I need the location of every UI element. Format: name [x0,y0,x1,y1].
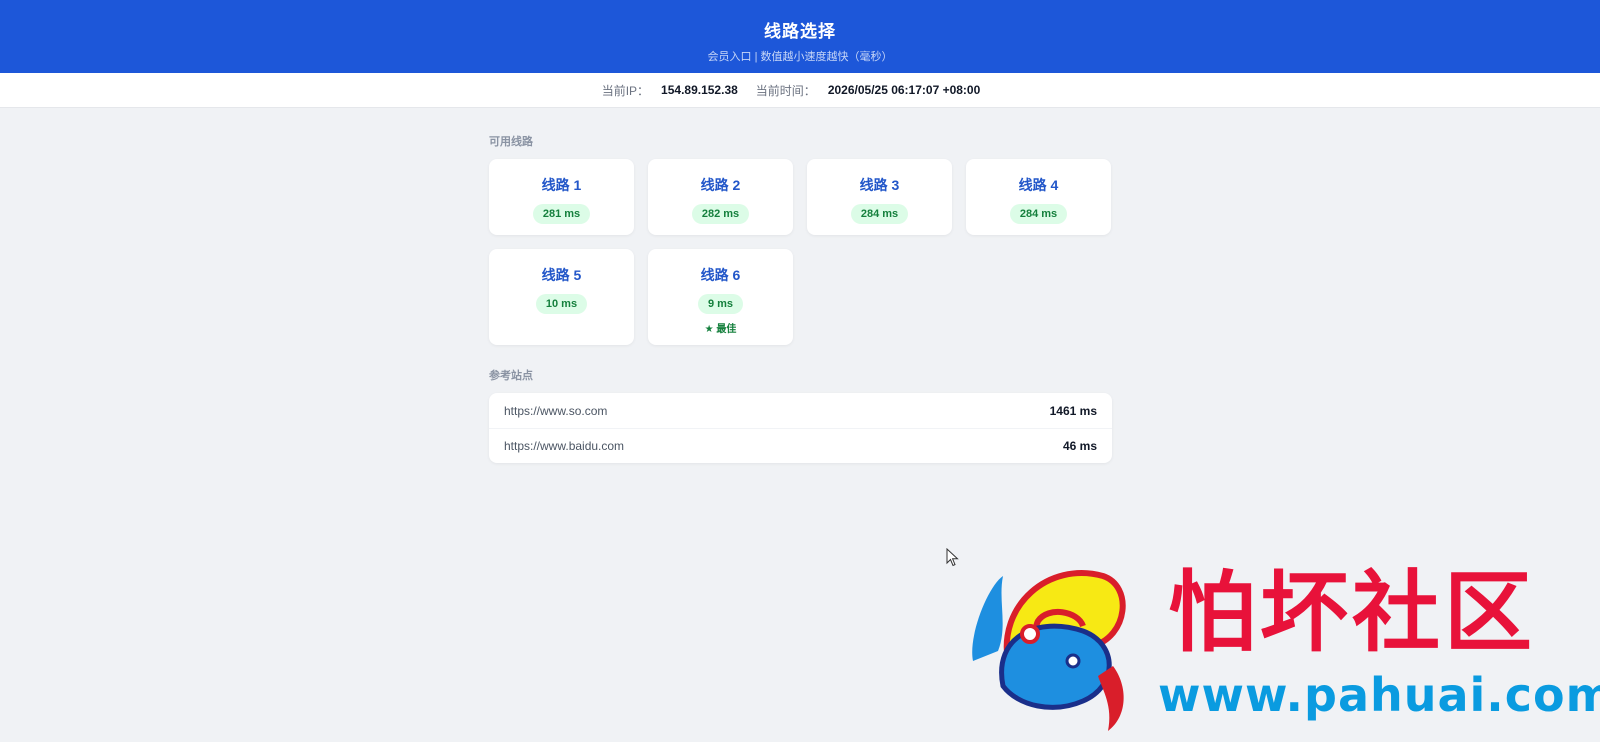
reference-row[interactable]: https://www.baidu.com 46 ms [489,428,1112,463]
route-card-6[interactable]: 线路 6 9 ms ★ 最佳 [648,249,793,345]
best-route-label: ★ 最佳 [704,324,737,335]
mouse-cursor-icon [946,547,960,573]
ip-label: 当前IP： [601,83,650,98]
route-latency-badge: 282 ms [691,204,750,224]
page-title: 线路选择 [764,22,836,41]
time-label: 当前时间： [755,83,816,98]
page-header: 线路选择 会员入口 | 数值越小速度越快（毫秒） [0,0,1600,73]
reference-url: https://www.so.com [504,403,608,418]
route-card-1[interactable]: 线路 1 281 ms [489,159,634,235]
time-value: 2026/05/25 06:17:07 +08:00 [827,83,981,97]
routes-grid: 线路 1 281 ms 线路 2 282 ms 线路 3 284 ms 线路 4… [489,159,1112,345]
page-subtitle: 会员入口 | 数值越小速度越快（毫秒） [707,51,893,63]
route-latency-badge: 284 ms [850,204,909,224]
fish-logo-icon [972,570,1126,731]
route-name: 线路 3 [859,177,900,193]
main-content: 可用线路 线路 1 281 ms 线路 2 282 ms 线路 3 284 ms… [488,108,1112,463]
route-latency-badge: 284 ms [1009,204,1068,224]
route-latency-badge: 10 ms [535,294,588,314]
route-card-5[interactable]: 线路 5 10 ms [489,249,634,345]
route-card-3[interactable]: 线路 3 284 ms [807,159,952,235]
route-card-4[interactable]: 线路 4 284 ms [966,159,1111,235]
reference-row[interactable]: https://www.so.com 1461 ms [489,393,1112,428]
route-latency-badge: 281 ms [532,204,591,224]
route-name: 线路 2 [700,177,741,193]
route-name: 线路 5 [541,267,582,283]
route-name: 线路 6 [700,267,741,283]
watermark-text: 怕坏社区 [1168,560,1537,664]
reference-latency: 1461 ms [1049,403,1097,418]
watermark-url: www.pahuai.com [1158,668,1600,722]
info-bar: 当前IP： 154.89.152.38 当前时间： 2026/05/25 06:… [0,73,1600,108]
route-latency-badge: 9 ms [697,294,744,314]
reference-url: https://www.baidu.com [504,439,625,453]
routes-section-title: 可用线路 [489,136,533,148]
ip-value: 154.89.152.38 [661,83,738,97]
route-name: 线路 1 [541,177,582,193]
watermark: 怕坏社区 www.pahuai.com [968,560,1600,736]
reference-list: https://www.so.com 1461 ms https://www.b… [489,393,1112,463]
route-name: 线路 4 [1018,177,1059,193]
reference-latency: 46 ms [1062,439,1097,453]
route-card-2[interactable]: 线路 2 282 ms [648,159,793,235]
reference-section-title: 参考站点 [489,370,533,382]
